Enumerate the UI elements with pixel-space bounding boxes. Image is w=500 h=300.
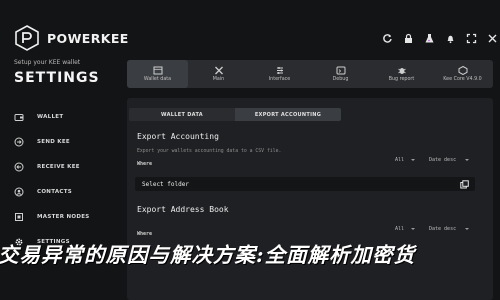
toolbar-label: Debug	[332, 77, 349, 82]
chevron-down-icon	[465, 159, 469, 161]
brand-name: POWERKEE	[47, 30, 129, 46]
sidebar-heading: SETTINGS	[14, 70, 100, 86]
toolbar-label: Interface	[268, 77, 291, 82]
sidebar-item-label: CONTACTS	[37, 188, 73, 195]
close-icon[interactable]	[485, 31, 499, 45]
toolbar-main[interactable]: Main	[188, 60, 249, 88]
bell-icon[interactable]	[443, 31, 457, 45]
app-window: POWERKEE Setup your KEE wallet SETTINGS …	[0, 0, 500, 300]
sort-select[interactable]: Date desc	[426, 224, 472, 234]
chevron-down-icon	[411, 159, 415, 161]
tab-export-accounting[interactable]: EXPORT ACCOUNTING	[235, 108, 341, 121]
copy-icon[interactable]	[459, 179, 469, 189]
sidebar-item-label: SEND KEE	[37, 138, 70, 145]
receive-icon	[14, 162, 24, 172]
sidebar-item-label: WALLET	[37, 113, 64, 120]
refresh-icon[interactable]	[380, 31, 394, 45]
toolbar-wallet-data[interactable]: Wallet data	[127, 60, 188, 88]
wallet-icon	[14, 112, 24, 122]
filter-select-value: All	[395, 157, 405, 163]
toolbar-bug-report[interactable]: Bug report	[371, 60, 432, 88]
toolbar-label: Bug report	[388, 77, 415, 82]
settings-toolbar: Wallet data Main Interface Debug Bug rep…	[127, 60, 493, 88]
toolbar-label: Kee Core V4.9.0	[443, 77, 482, 82]
tools-icon	[214, 66, 224, 75]
sort-select-value: Date desc	[429, 226, 457, 232]
panel-tabs: WALLET DATA EXPORT ACCOUNTING	[129, 108, 341, 121]
main-panel: WALLET DATA EXPORT ACCOUNTING Export Acc…	[127, 98, 493, 300]
setup-caption: Setup your KEE wallet	[14, 59, 81, 66]
sidebar-item-receive-kee[interactable]: RECEIVE KEE	[14, 154, 90, 179]
select-folder-field[interactable]: Select folder	[135, 177, 475, 191]
where-label: Where	[137, 231, 153, 237]
toolbar-kee-core[interactable]: Kee Core V4.9.0	[432, 60, 493, 88]
toolbar-label: Main	[212, 77, 225, 82]
toolbar-debug[interactable]: Debug	[310, 60, 371, 88]
powerkee-logo-icon	[15, 25, 39, 51]
sidebar-item-send-kee[interactable]: SEND KEE	[14, 129, 90, 154]
chevron-down-icon	[465, 228, 469, 230]
sidebar-item-contacts[interactable]: CONTACTS	[14, 179, 90, 204]
send-icon	[14, 137, 24, 147]
window-actions	[380, 31, 499, 45]
sort-select[interactable]: Date desc	[426, 155, 472, 165]
export-accounting-description: Export your wallets accounting data to a…	[137, 149, 282, 154]
core-icon	[458, 66, 468, 75]
filter-select[interactable]: All	[392, 155, 418, 165]
toolbar-label: Wallet data	[143, 77, 172, 82]
sidebar-item-label: RECEIVE KEE	[37, 163, 80, 170]
wallet-data-icon	[153, 66, 163, 75]
sidebar-item-wallet[interactable]: WALLET	[14, 104, 90, 129]
tab-wallet-data[interactable]: WALLET DATA	[129, 108, 235, 121]
sort-select-value: Date desc	[429, 157, 457, 163]
contacts-icon	[14, 187, 24, 197]
sidebar-item-label: MASTER NODES	[37, 213, 90, 220]
overlay-caption: 交易异常的原因与解决方案:全面解析加密货	[0, 243, 416, 267]
filter-select[interactable]: All	[392, 224, 418, 234]
brand: POWERKEE	[14, 25, 129, 51]
debug-icon	[336, 66, 346, 75]
nodes-icon	[14, 212, 24, 222]
filter-select-value: All	[395, 226, 405, 232]
export-address-book-title: Export Address Book	[137, 205, 229, 214]
interface-icon	[275, 66, 285, 75]
sidebar-item-master-nodes[interactable]: MASTER NODES	[14, 204, 90, 229]
lock-icon[interactable]	[401, 31, 415, 45]
flask-icon[interactable]	[422, 31, 436, 45]
expand-icon[interactable]	[464, 31, 478, 45]
sidebar-nav: WALLET SEND KEE RECEIVE KEE CONTACTS MAS…	[14, 104, 90, 254]
bug-icon	[397, 66, 407, 75]
export-accounting-title: Export Accounting	[137, 132, 219, 141]
toolbar-interface[interactable]: Interface	[249, 60, 310, 88]
chevron-down-icon	[411, 228, 415, 230]
where-label: Where	[137, 161, 153, 167]
